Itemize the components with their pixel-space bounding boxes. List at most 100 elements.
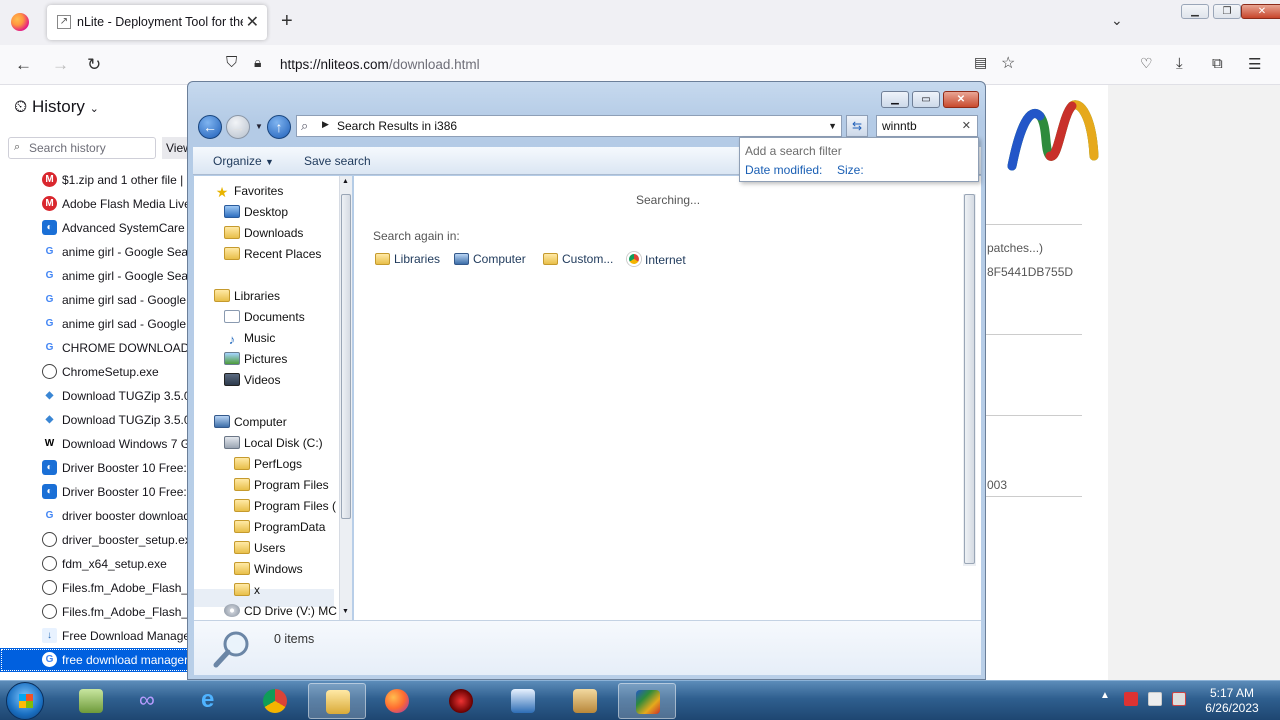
taskbar-nlite[interactable]	[618, 683, 676, 719]
sidebar-header[interactable]: ⏲ History ⌄	[14, 97, 99, 117]
tray-expand-icon[interactable]: ▲	[1100, 690, 1110, 701]
history-item[interactable]: ChromeSetup.exe	[0, 360, 190, 384]
nav-item-perflogs[interactable]: PerfLogs	[234, 457, 302, 475]
history-item[interactable]: Gfree download manager	[0, 648, 190, 672]
nav-item-downloads[interactable]: Downloads	[224, 226, 303, 244]
search-again-internet[interactable]: Internet	[627, 252, 686, 267]
history-item[interactable]: ↓ Free Download Manage	[0, 624, 190, 648]
nav-item-cd-drive[interactable]: CD Drive (V:) MC	[224, 604, 337, 620]
back-arrow-icon[interactable]: ←	[15, 55, 32, 75]
volume-muted-icon[interactable]	[1172, 692, 1186, 706]
results-scrollbar[interactable]	[963, 194, 976, 566]
scrollbar-thumb[interactable]	[341, 194, 351, 519]
history-item[interactable]: ◆ Download TUGZip 3.5.0	[0, 384, 190, 408]
history-item[interactable]: Ganime girl - Google Sear	[0, 264, 190, 288]
explorer-forward-button[interactable]: →	[226, 115, 250, 139]
tab-nlite[interactable]: ↗ nLite - Deployment Tool for the ✕	[47, 5, 267, 40]
nav-item-pictures[interactable]: Pictures	[224, 352, 287, 370]
explorer-maximize-button[interactable]: ▭	[912, 91, 940, 108]
scroll-up-icon[interactable]: ▲	[342, 178, 349, 185]
lock-icon[interactable]: 🔒︎	[254, 54, 261, 71]
navigation-pane-scrollbar[interactable]: ▲ ▼	[339, 176, 352, 620]
new-tab-icon[interactable]: +	[281, 10, 293, 33]
tab-close-icon[interactable]: ✕	[246, 12, 259, 32]
search-again-computer[interactable]: Computer	[454, 252, 526, 266]
taskbar-chrome[interactable]	[246, 683, 304, 719]
history-item[interactable]: ◆ Download TUGZip 3.5.0	[0, 408, 190, 432]
history-item[interactable]: M $1.zip and 1 other file | F	[0, 168, 190, 192]
recent-pages-dropdown-icon[interactable]: ▼	[255, 122, 263, 131]
history-item[interactable]: ◐ Driver Booster 10 Free: C	[0, 456, 190, 480]
history-item[interactable]: Ganime girl sad - Google	[0, 312, 190, 336]
url-bar[interactable]: ⛉ 🔒︎ https://nliteos.com/download.html ▤…	[218, 50, 1030, 80]
scroll-down-icon[interactable]: ▼	[342, 608, 349, 615]
refresh-button[interactable]: ⇆	[846, 115, 868, 137]
explorer-minimize-button[interactable]: ▁	[881, 91, 909, 108]
nav-item-desktop[interactable]: Desktop	[224, 205, 288, 223]
taskbar-firefox[interactable]	[368, 683, 426, 719]
list-tabs-chevron-icon[interactable]: ⌄	[1111, 12, 1123, 29]
save-search-button[interactable]: Save search	[304, 154, 371, 168]
history-item[interactable]: W Download Windows 7 G	[0, 432, 190, 456]
clear-search-icon[interactable]: ✕	[962, 119, 971, 132]
breadcrumb-chevron-icon[interactable]: ▶	[322, 119, 329, 130]
history-item[interactable]: Files.fm_Adobe_Flash_M	[0, 576, 190, 600]
reader-view-icon[interactable]: ▤	[974, 54, 987, 71]
history-item[interactable]: G CHROME DOWNLOAD	[0, 336, 190, 360]
forward-arrow-icon[interactable]: →	[52, 55, 69, 75]
filter-size-link[interactable]: Size:	[837, 163, 864, 177]
nav-item-users[interactable]: Users	[234, 541, 285, 559]
shield-icon[interactable]: ⛉	[226, 54, 237, 71]
menu-icon[interactable]: ☰	[1248, 55, 1261, 73]
nav-item-favorites[interactable]: ★ Favorites	[214, 184, 284, 202]
window-restore-button[interactable]: ❐	[1213, 4, 1241, 19]
start-button[interactable]	[6, 682, 44, 720]
history-item[interactable]: Ganime girl sad - Google	[0, 288, 190, 312]
view-button[interactable]: View	[162, 137, 190, 159]
nav-item-documents[interactable]: Documents	[224, 310, 305, 328]
nav-item-program-files-x86[interactable]: Program Files (	[234, 499, 336, 517]
nav-item-windows[interactable]: Windows	[234, 562, 303, 580]
history-item[interactable]: Ganime girl - Google Sear	[0, 240, 190, 264]
scrollbar-thumb[interactable]	[964, 194, 975, 564]
network-icon[interactable]	[1148, 692, 1162, 706]
nav-item-program-files[interactable]: Program Files	[234, 478, 329, 496]
nav-item-recent[interactable]: Recent Places	[224, 247, 321, 265]
history-item[interactable]: Files.fm_Adobe_Flash_M	[0, 600, 190, 624]
address-dropdown-icon[interactable]: ▼	[828, 121, 837, 131]
explorer-search-input[interactable]: winntb ✕	[876, 115, 978, 137]
nav-item-videos[interactable]: Videos	[224, 373, 280, 391]
search-again-custom[interactable]: Custom...	[543, 252, 613, 266]
explorer-back-button[interactable]: ←	[198, 115, 222, 139]
address-bar[interactable]: ⌕ ▶ Search Results in i386 ▼	[296, 115, 842, 137]
history-search-input[interactable]: ⌕ Search history	[8, 137, 156, 159]
filter-date-modified-link[interactable]: Date modified:	[745, 163, 822, 177]
window-minimize-button[interactable]: ▁	[1181, 4, 1209, 19]
firefox-logo-icon[interactable]	[11, 13, 29, 31]
extensions-icon[interactable]: ⧉	[1212, 55, 1223, 72]
history-item[interactable]: driver_booster_setup.exe	[0, 528, 190, 552]
taskbar-fdm[interactable]	[494, 683, 552, 719]
taskbar-explorer[interactable]	[308, 683, 366, 719]
history-item[interactable]: ◐ Driver Booster 10 Free: C	[0, 480, 190, 504]
window-close-button[interactable]: ✕	[1241, 4, 1280, 19]
nav-item-local-disk[interactable]: Local Disk (C:)	[224, 436, 323, 454]
bookmark-star-icon[interactable]: ☆	[1001, 53, 1015, 73]
downloads-icon[interactable]: ⤓	[1176, 55, 1183, 72]
action-center-icon[interactable]	[1124, 692, 1138, 706]
history-item[interactable]: ◐ Advanced SystemCare F	[0, 216, 190, 240]
history-item[interactable]: Gdriver booster download	[0, 504, 190, 528]
search-again-libraries[interactable]: Libraries	[375, 252, 440, 266]
nav-item-programdata[interactable]: ProgramData	[234, 520, 325, 538]
taskbar-installer[interactable]	[556, 683, 614, 719]
pocket-icon[interactable]: ♡	[1140, 55, 1153, 72]
history-item[interactable]: fdm_x64_setup.exe	[0, 552, 190, 576]
organize-button[interactable]: Organize ▼	[213, 154, 274, 168]
reload-icon[interactable]: ↻	[87, 55, 101, 75]
nav-item-computer[interactable]: Computer	[214, 415, 287, 433]
taskbar-notepad[interactable]	[62, 683, 120, 719]
history-item[interactable]: M Adobe Flash Media Live	[0, 192, 190, 216]
explorer-up-button[interactable]: ↑	[267, 115, 291, 139]
taskbar-ie[interactable]: e	[184, 683, 242, 719]
nav-item-music[interactable]: ♪ Music	[224, 331, 276, 349]
